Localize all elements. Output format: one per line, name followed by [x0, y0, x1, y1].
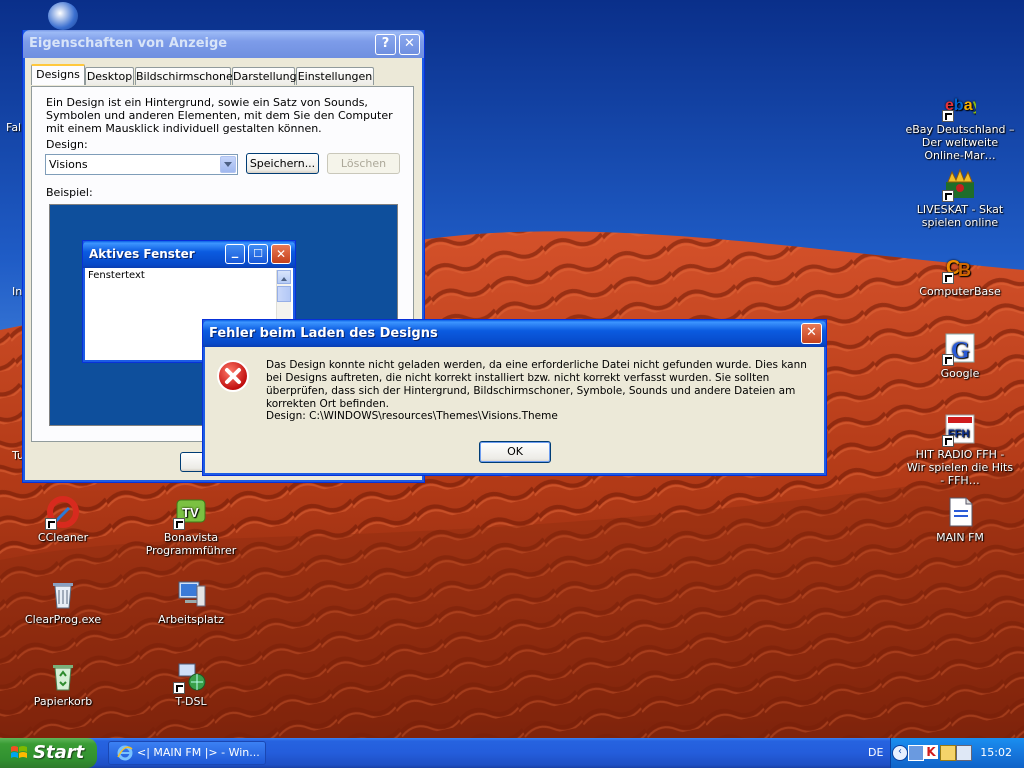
- desktop-icon-google[interactable]: G Google: [905, 332, 1015, 380]
- mail-icon[interactable]: [956, 745, 972, 761]
- desktop-icon-label: ClearProg.exe: [24, 613, 102, 626]
- window-title: Eigenschaften von Anzeige: [29, 36, 228, 51]
- close-button[interactable]: ✕: [801, 323, 822, 344]
- delete-button[interactable]: Löschen: [327, 153, 400, 174]
- ccleaner-icon: [45, 496, 79, 530]
- preview-window-title: Aktives Fenster: [89, 247, 195, 261]
- language-indicator[interactable]: DE: [868, 746, 883, 759]
- recycle-icon: [47, 578, 79, 610]
- recycle-bin-icon: [47, 660, 79, 692]
- error-message: Das Design konnte nicht geladen werden, …: [266, 359, 807, 410]
- google-earth-icon[interactable]: [48, 2, 78, 30]
- computerbase-icon: CB: [942, 250, 976, 284]
- desktop-icon-clearprog[interactable]: ClearProg.exe: [8, 578, 118, 626]
- desktop-icon-ebay[interactable]: ebay eBay Deutschland – Der weltweite On…: [905, 88, 1015, 162]
- tv-icon: TV: [173, 496, 207, 530]
- design-description: Ein Design ist ein Hintergrund, sowie ei…: [46, 96, 393, 135]
- desktop-icon-label: CCleaner: [37, 531, 89, 544]
- window-titlebar[interactable]: Eigenschaften von Anzeige ? ✕: [23, 30, 424, 58]
- preview-titlebar: Aktives Fenster _ ☐ ✕: [83, 241, 295, 268]
- ok-button[interactable]: OK: [479, 441, 551, 463]
- desktop-icon-label: Arbeitsplatz: [158, 613, 224, 626]
- desktop-icon-label: eBay Deutschland – Der weltweite Online-…: [905, 123, 1015, 162]
- close-icon: ✕: [806, 325, 817, 340]
- computer-icon: [175, 578, 207, 610]
- start-button[interactable]: Start: [0, 738, 97, 768]
- desktop-icon-papierkorb[interactable]: Papierkorb: [8, 660, 118, 708]
- tab-bildschirmschoner[interactable]: Bildschirmschoner: [135, 67, 237, 85]
- help-button[interactable]: ?: [375, 34, 396, 55]
- start-label: Start: [33, 742, 85, 763]
- tab-designs[interactable]: Designs: [31, 64, 85, 85]
- error-path: Design: C:\WINDOWS\resources\Themes\Visi…: [266, 410, 558, 422]
- desktop-icon-main-fm[interactable]: MAIN FM: [905, 496, 1015, 544]
- ffh-radio-icon: FFH: [942, 413, 976, 447]
- desktop-icon-ffh[interactable]: FFH HIT RADIO FFH - Wir spielen die Hits…: [905, 413, 1015, 487]
- desktop-icon-arbeitsplatz[interactable]: Arbeitsplatz: [136, 578, 246, 626]
- error-dialog-titlebar[interactable]: Fehler beim Laden des Designs ✕: [203, 320, 826, 347]
- design-select[interactable]: Visions: [45, 154, 238, 175]
- desktop-icon-label: Papierkorb: [33, 695, 93, 708]
- tab-desktop[interactable]: Desktop: [85, 67, 134, 85]
- tab-darstellung[interactable]: Darstellung: [232, 67, 297, 85]
- system-tray: ‹ K 15:02: [890, 738, 1024, 768]
- minimize-icon: _: [225, 244, 245, 264]
- internet-explorer-icon: [117, 745, 133, 761]
- chevron-left-icon[interactable]: ‹: [892, 745, 908, 761]
- close-icon: ✕: [271, 244, 291, 264]
- tab-einstellungen[interactable]: Einstellungen: [296, 67, 374, 85]
- chevron-down-icon[interactable]: [220, 156, 236, 173]
- google-icon: G: [942, 332, 976, 366]
- liveskat-icon: [942, 168, 976, 202]
- desktop-icon-label: HIT RADIO FFH - Wir spielen die Hits - F…: [906, 448, 1014, 487]
- taskbar-item-main-fm[interactable]: <| MAIN FM |> - Win...: [108, 741, 266, 765]
- error-dialog-title: Fehler beim Laden des Designs: [209, 326, 438, 341]
- save-button[interactable]: Speichern...: [246, 153, 319, 174]
- ebay-icon: ebay: [942, 88, 982, 122]
- close-button[interactable]: ✕: [399, 34, 420, 55]
- svg-text:B: B: [958, 260, 971, 280]
- security-alert-icon[interactable]: [940, 745, 956, 761]
- desktop-label-fragment: In: [12, 285, 23, 298]
- desktop-icon-tdsl[interactable]: T-DSL: [136, 660, 246, 708]
- document-icon: [944, 496, 976, 528]
- clock[interactable]: 15:02: [980, 746, 1012, 759]
- windows-logo-icon: [11, 746, 27, 758]
- maximize-icon: ☐: [248, 244, 268, 264]
- desktop-icon-label: LIVESKAT - Skat spielen online: [916, 203, 1004, 229]
- desktop-icon-label: T-DSL: [175, 695, 207, 708]
- desktop-icon-label: ComputerBase: [919, 285, 1001, 298]
- close-icon: ✕: [404, 36, 415, 51]
- desktop-icon-bonavista[interactable]: TV Bonavista Programmführer: [136, 496, 246, 557]
- taskbar: Start <| MAIN FM |> - Win... DE ‹ K 15:0…: [0, 738, 1024, 768]
- desktop-icon-label: Bonavista Programmführer: [145, 531, 237, 557]
- error-icon: [217, 360, 249, 392]
- desktop-icon-computerbase[interactable]: CB ComputerBase: [905, 250, 1015, 298]
- desktop-icon-liveskat[interactable]: LIVESKAT - Skat spielen online: [905, 168, 1015, 229]
- desktop-icon-label: Google: [940, 367, 980, 380]
- example-label: Beispiel:: [46, 186, 93, 199]
- network-icon: [173, 660, 207, 694]
- antivirus-icon[interactable]: K: [924, 745, 938, 759]
- preview-window-text: Fenstertext: [88, 270, 145, 281]
- taskbar-item-label: <| MAIN FM |> - Win...: [137, 746, 260, 759]
- desktop-icon-ccleaner[interactable]: CCleaner: [8, 496, 118, 544]
- error-dialog: Fehler beim Laden des Designs ✕ Das Desi…: [202, 319, 827, 476]
- desktop-icon-label: MAIN FM: [936, 531, 984, 544]
- design-select-value: Visions: [49, 158, 88, 171]
- design-label: Design:: [46, 138, 88, 151]
- network-tray-icon[interactable]: [908, 745, 924, 761]
